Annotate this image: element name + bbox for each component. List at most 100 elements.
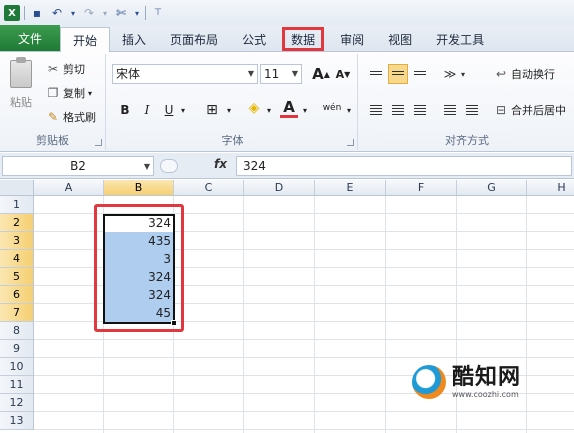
grow-font-button[interactable]: A ▲ bbox=[312, 64, 330, 84]
select-all-button[interactable] bbox=[0, 180, 34, 196]
row-header-10[interactable]: 10 bbox=[0, 358, 34, 376]
row-header-8[interactable]: 8 bbox=[0, 322, 34, 340]
save-icon[interactable]: ▪ bbox=[29, 5, 45, 21]
tab-developer[interactable]: 开发工具 bbox=[424, 27, 496, 51]
fill-color-dropdown-icon[interactable]: ▾ bbox=[264, 100, 274, 120]
align-top-icon[interactable] bbox=[366, 64, 386, 84]
align-left-icon[interactable] bbox=[366, 100, 386, 120]
row-header-13[interactable]: 13 bbox=[0, 412, 34, 430]
align-bottom-icon[interactable] bbox=[410, 64, 430, 84]
column-header-h[interactable]: H bbox=[527, 180, 574, 196]
align-middle-icon[interactable] bbox=[388, 64, 408, 84]
customize-icon[interactable]: ✄ bbox=[113, 5, 129, 21]
format-painter-label: 格式刷 bbox=[63, 111, 96, 124]
phonetic-dropdown-icon[interactable]: ▾ bbox=[344, 100, 354, 120]
copy-button[interactable]: ❐ 复制 ▾ bbox=[46, 84, 92, 102]
font-color-icon[interactable]: A bbox=[280, 98, 298, 118]
watermark-brand: 酷知网 bbox=[452, 364, 522, 390]
ribbon-tabs: 文件 开始 插入 页面布局 公式 数据 审阅 视图 开发工具 bbox=[0, 25, 574, 52]
column-header-a[interactable]: A bbox=[34, 180, 104, 196]
cut-label: 剪切 bbox=[63, 63, 85, 76]
cut-button[interactable]: ✂ 剪切 bbox=[46, 60, 85, 78]
copy-dropdown-icon[interactable]: ▾ bbox=[88, 89, 92, 98]
font-launcher-icon[interactable] bbox=[347, 139, 354, 146]
row-header-5[interactable]: 5 bbox=[0, 268, 34, 286]
paste-label: 粘贴 bbox=[10, 96, 32, 109]
column-header-b[interactable]: B bbox=[104, 180, 174, 196]
undo-icon[interactable]: ↶ bbox=[49, 5, 65, 21]
row-header-1[interactable]: 1 bbox=[0, 196, 34, 214]
formula-bar-resize-icon[interactable] bbox=[160, 159, 178, 173]
tab-page-layout[interactable]: 页面布局 bbox=[158, 27, 230, 51]
increase-indent-icon[interactable] bbox=[462, 100, 482, 120]
formula-input[interactable]: 324 bbox=[236, 156, 572, 176]
phonetic-button[interactable]: wén bbox=[320, 98, 344, 118]
column-gridline bbox=[243, 196, 244, 433]
row-header-11[interactable]: 11 bbox=[0, 376, 34, 394]
row-header-4[interactable]: 4 bbox=[0, 250, 34, 268]
row-header-7[interactable]: 7 bbox=[0, 304, 34, 322]
qat-separator bbox=[24, 6, 25, 20]
merge-center-icon: ⊟ bbox=[495, 103, 507, 117]
customize-dropdown-icon[interactable]: ▾ bbox=[133, 5, 141, 21]
column-header-f[interactable]: F bbox=[386, 180, 457, 196]
row-header-2[interactable]: 2 bbox=[0, 214, 34, 232]
fill-color-icon[interactable]: ◈ bbox=[244, 98, 264, 118]
underline-dropdown-icon[interactable]: ▾ bbox=[178, 100, 188, 120]
font-size-select[interactable]: 11 ▼ bbox=[260, 64, 302, 84]
highlight-box bbox=[94, 204, 184, 332]
shrink-font-label: A bbox=[335, 67, 345, 81]
bold-button[interactable]: B bbox=[116, 100, 134, 120]
wrap-text-button[interactable]: ↩ 自动换行 bbox=[494, 65, 555, 83]
tab-view[interactable]: 视图 bbox=[376, 27, 424, 51]
column-gridline bbox=[385, 196, 386, 433]
qat-menu-icon[interactable]: ⊤ bbox=[150, 5, 166, 21]
row-header-3[interactable]: 3 bbox=[0, 232, 34, 250]
borders-dropdown-icon[interactable]: ▾ bbox=[224, 100, 234, 120]
column-header-g[interactable]: G bbox=[457, 180, 527, 196]
italic-button[interactable]: I bbox=[138, 100, 156, 120]
qat-separator bbox=[145, 6, 146, 20]
clipboard-launcher-icon[interactable] bbox=[95, 139, 102, 146]
scissors-icon: ✂ bbox=[47, 62, 59, 76]
redo-icon[interactable]: ↷ bbox=[81, 5, 97, 21]
font-name-select[interactable]: 宋体 ▼ bbox=[112, 64, 258, 84]
orientation-dropdown-icon[interactable]: ▾ bbox=[458, 64, 468, 84]
shrink-font-button[interactable]: A ▼ bbox=[334, 64, 352, 84]
redo-dropdown-icon[interactable]: ▾ bbox=[101, 5, 109, 21]
insert-function-icon[interactable]: fx bbox=[214, 157, 227, 171]
wrap-text-label: 自动换行 bbox=[511, 68, 555, 81]
tab-file[interactable]: 文件 bbox=[0, 25, 61, 51]
paste-button[interactable]: 粘贴 bbox=[6, 57, 36, 128]
tab-insert[interactable]: 插入 bbox=[110, 27, 158, 51]
grow-font-label: A bbox=[312, 65, 324, 83]
name-box[interactable]: B2 ▼ bbox=[2, 156, 154, 176]
row-header-9[interactable]: 9 bbox=[0, 340, 34, 358]
font-color-dropdown-icon[interactable]: ▾ bbox=[300, 100, 310, 120]
font-group-label: 字体 bbox=[221, 134, 244, 147]
row-gridline bbox=[34, 339, 574, 340]
align-right-icon[interactable] bbox=[410, 100, 430, 120]
orientation-icon[interactable]: ≫ bbox=[440, 64, 460, 84]
font-name-value: 宋体 bbox=[116, 67, 141, 81]
decrease-indent-icon[interactable] bbox=[440, 100, 460, 120]
format-painter-button[interactable]: ✎ 格式刷 bbox=[46, 108, 96, 126]
borders-icon[interactable]: ⊞ bbox=[202, 100, 222, 120]
row-gridline bbox=[34, 429, 574, 430]
merge-center-button[interactable]: ⊟ 合并后居中 bbox=[494, 101, 566, 119]
align-center-icon[interactable] bbox=[388, 100, 408, 120]
tab-review[interactable]: 审阅 bbox=[328, 27, 376, 51]
column-header-c[interactable]: C bbox=[174, 180, 244, 196]
tab-formulas[interactable]: 公式 bbox=[230, 27, 278, 51]
underline-button[interactable]: U bbox=[160, 100, 178, 120]
column-header-e[interactable]: E bbox=[315, 180, 386, 196]
row-header-6[interactable]: 6 bbox=[0, 286, 34, 304]
tab-data[interactable]: 数据 bbox=[282, 27, 325, 51]
shrink-arrow-icon: ▼ bbox=[344, 69, 351, 79]
tab-home[interactable]: 开始 bbox=[60, 27, 111, 52]
formula-bar: B2 ▼ fx 324 bbox=[0, 153, 574, 179]
row-header-12[interactable]: 12 bbox=[0, 394, 34, 412]
copy-icon: ❐ bbox=[47, 86, 59, 100]
undo-dropdown-icon[interactable]: ▾ bbox=[69, 5, 77, 21]
column-header-d[interactable]: D bbox=[244, 180, 315, 196]
